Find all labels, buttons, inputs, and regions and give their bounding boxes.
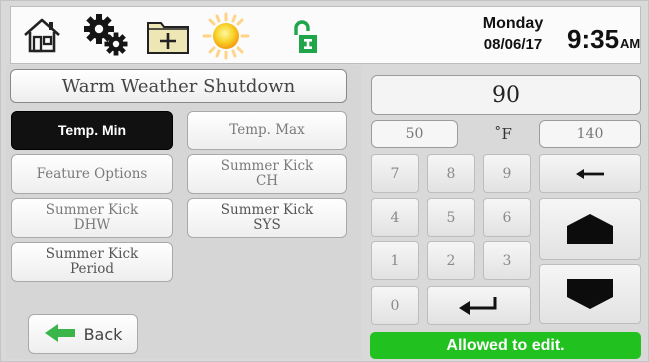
clock: 9:35AM [567, 24, 640, 55]
key-2[interactable]: 2 [427, 241, 475, 280]
key-5[interactable]: 5 [427, 198, 475, 237]
key-7[interactable]: 7 [371, 154, 419, 193]
unlock-icon[interactable] [291, 19, 321, 59]
key-3[interactable]: 3 [483, 241, 531, 280]
sun-icon[interactable] [202, 12, 250, 64]
menu-title: Warm Weather Shutdown [10, 69, 347, 103]
increment-button[interactable] [539, 198, 641, 260]
settings-gears-icon[interactable] [83, 13, 129, 61]
summer-kick-period-button[interactable]: Summer Kick Period [11, 242, 173, 282]
screen: Monday 08/06/17 9:35AM Warm Weather Shut… [0, 0, 649, 362]
menu-panel: Warm Weather Shutdown Temp. Min Temp. Ma… [6, 65, 362, 359]
min-value-field: 50 [371, 120, 458, 148]
enter-button[interactable] [427, 286, 531, 325]
top-bar: Monday 08/06/17 9:35AM [10, 6, 641, 64]
add-folder-icon[interactable] [146, 17, 190, 59]
max-value-field: 140 [539, 120, 641, 148]
summer-kick-ch-button[interactable]: Summer Kick CH [187, 154, 347, 194]
backspace-button[interactable] [539, 154, 641, 193]
value-display: 90 [371, 75, 641, 115]
backspace-arrow-icon [576, 168, 604, 179]
down-arrow-icon [567, 279, 613, 309]
key-4[interactable]: 4 [371, 198, 419, 237]
key-0[interactable]: 0 [371, 286, 419, 325]
editor-panel: 90 50 ˚F 140 7 8 9 4 5 6 1 2 3 0 [361, 65, 645, 359]
back-arrow-icon [44, 323, 76, 345]
key-9[interactable]: 9 [483, 154, 531, 193]
decrement-button[interactable] [539, 264, 641, 324]
summer-kick-sys-button[interactable]: Summer Kick SYS [187, 198, 347, 238]
temp-min-button[interactable]: Temp. Min [11, 111, 173, 150]
unit-label: ˚F [494, 125, 512, 143]
edit-status-bar: Allowed to edit. [370, 332, 641, 359]
time-label: 9:35 [567, 24, 620, 54]
temp-max-button[interactable]: Temp. Max [187, 111, 347, 150]
day-label: Monday [482, 15, 544, 32]
key-6[interactable]: 6 [483, 198, 531, 237]
up-arrow-icon [567, 214, 613, 244]
date-display: Monday 08/06/17 [468, 9, 558, 61]
date-label: 08/06/17 [483, 36, 543, 53]
edit-status-text: Allowed to edit. [446, 336, 565, 354]
feature-options-button[interactable]: Feature Options [11, 154, 173, 194]
home-icon[interactable] [22, 15, 62, 59]
summer-kick-dhw-button[interactable]: Summer Kick DHW [11, 198, 173, 238]
back-button[interactable]: Back [28, 314, 138, 354]
key-1[interactable]: 1 [371, 241, 419, 280]
enter-icon [459, 296, 497, 315]
ampm-label: AM [620, 36, 641, 51]
key-8[interactable]: 8 [427, 154, 475, 193]
